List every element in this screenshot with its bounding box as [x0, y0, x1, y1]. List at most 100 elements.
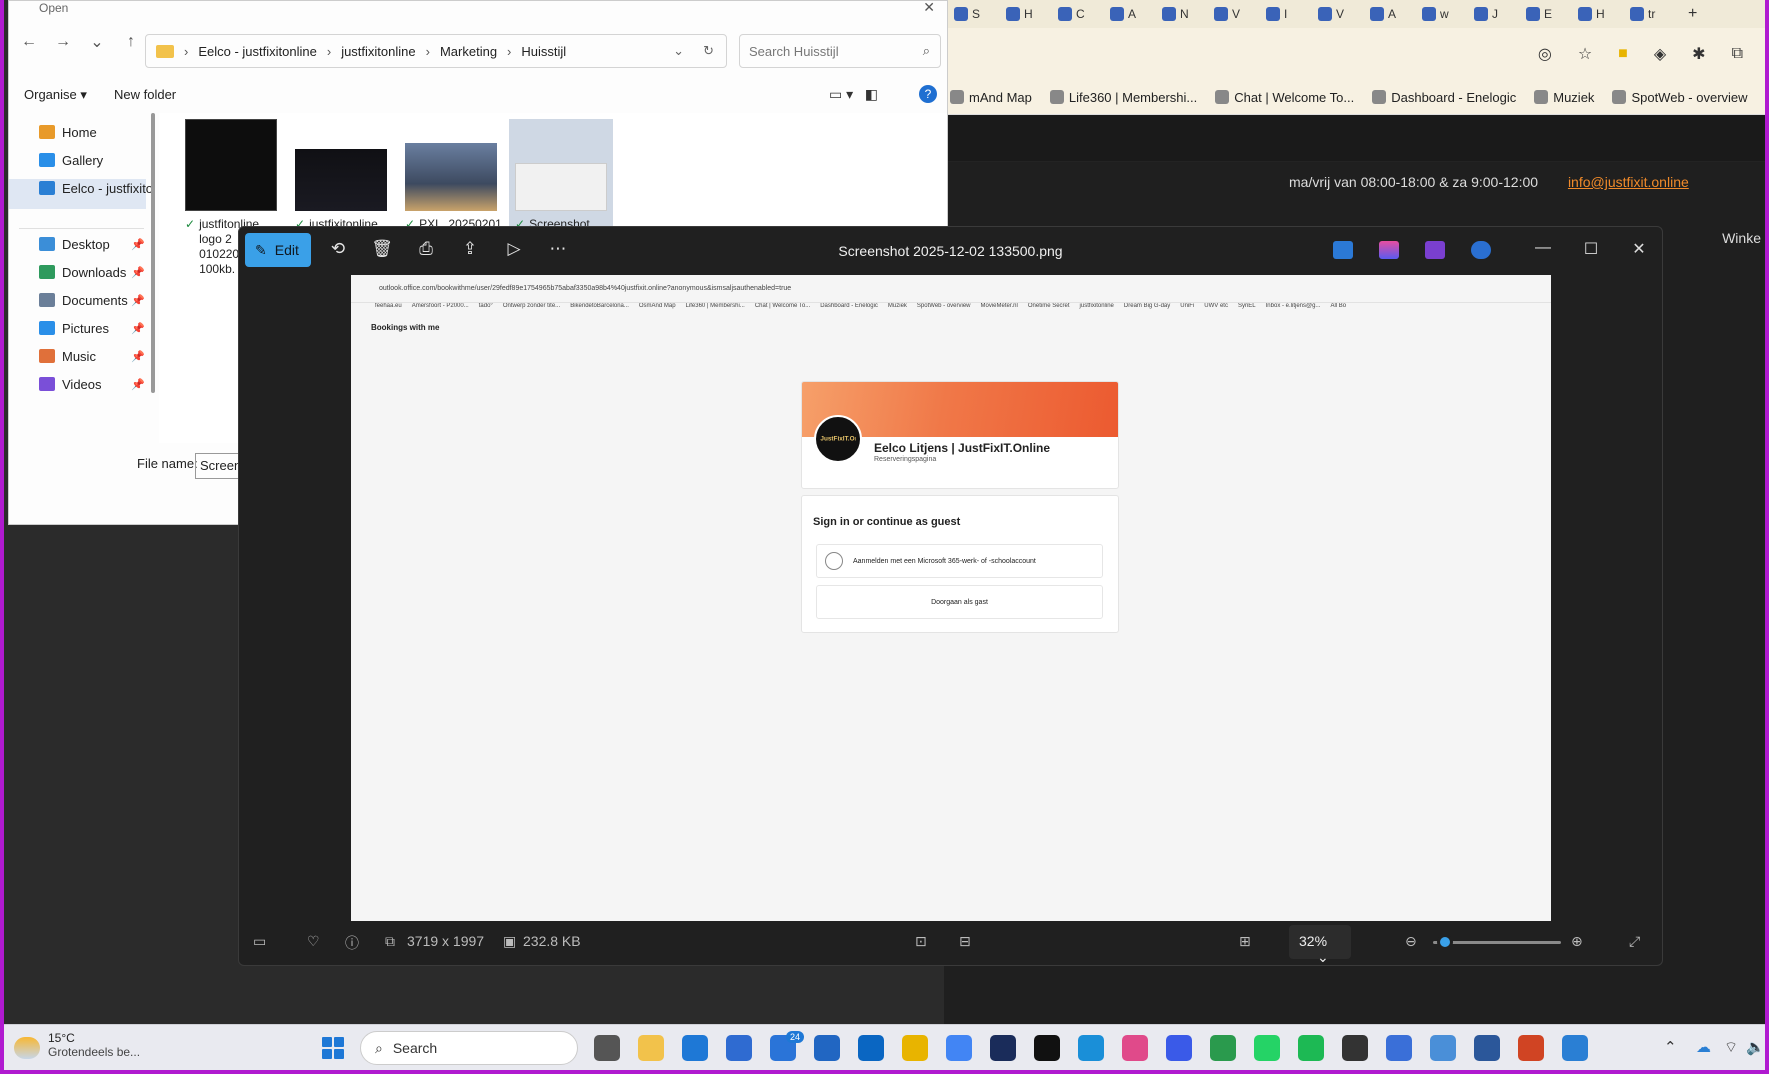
word-icon[interactable]	[1474, 1035, 1500, 1061]
powerpoint-icon[interactable]	[1518, 1035, 1544, 1061]
photo-editor-icon[interactable]	[1333, 241, 1353, 259]
browser-tab[interactable]: N	[1162, 7, 1210, 21]
bookmark-item[interactable]: mAnd Map	[950, 90, 1032, 105]
star-icon[interactable]: ☆	[1578, 44, 1592, 64]
browser-tab[interactable]: H	[1006, 7, 1054, 21]
breadcrumb-item[interactable]: Eelco - justfixitonline	[198, 44, 317, 59]
breadcrumb[interactable]: › Eelco - justfixitonline › justfixitonl…	[145, 34, 727, 68]
task-view-icon[interactable]	[594, 1035, 620, 1061]
breadcrumb-item[interactable]: Marketing	[440, 44, 497, 59]
chevron-down-icon[interactable]: ⌄	[673, 43, 684, 59]
microsoft-sign-in-button[interactable]: Aanmelden met een Microsoft 365-werk- of…	[816, 544, 1103, 578]
file-item[interactable]: ✓ PXL_20250201_	[399, 119, 508, 232]
browser-tab[interactable]: E	[1526, 7, 1574, 21]
chrome-dev-icon[interactable]	[902, 1035, 928, 1061]
browser-tab[interactable]: w	[1422, 7, 1470, 21]
browser-tab[interactable]: A	[1110, 7, 1158, 21]
extensions-icon[interactable]: ⧉	[1732, 45, 1743, 63]
outlook-icon[interactable]	[814, 1035, 840, 1061]
favorite-icon[interactable]: ♡	[307, 933, 320, 950]
sidebar-item[interactable]: Videos	[39, 373, 102, 395]
zoom-in-icon[interactable]: ⊕	[1571, 933, 1583, 950]
onedrive-icon[interactable]	[1471, 241, 1491, 259]
scrollbar[interactable]	[151, 113, 155, 393]
sidebar-item[interactable]: Documents	[39, 289, 128, 311]
translate-icon[interactable]: ◈	[1654, 44, 1666, 64]
shop-link[interactable]: Winke	[1722, 230, 1761, 246]
extension-icon[interactable]: ■	[1618, 45, 1628, 63]
slack-icon[interactable]	[1122, 1035, 1148, 1061]
browser-tab[interactable]: tr	[1630, 7, 1678, 21]
sidebar-item[interactable]: Eelco - justfixito	[39, 177, 153, 199]
close-icon[interactable]: ✕	[1629, 239, 1649, 259]
spotify-icon[interactable]	[1298, 1035, 1324, 1061]
sidebar-item[interactable]: Music	[39, 345, 96, 367]
file-item[interactable]: ✓ Screenshot	[509, 119, 613, 231]
m365-icon[interactable]	[1386, 1035, 1412, 1061]
windows-start-icon[interactable]	[322, 1037, 344, 1059]
sidebar-item[interactable]: Home	[39, 121, 97, 143]
breadcrumb-item[interactable]: Huisstijl	[521, 44, 566, 59]
zoom-out-icon[interactable]: ⊖	[1405, 933, 1417, 950]
up-arrow-icon[interactable]: ↑	[121, 33, 141, 51]
breadcrumb-item[interactable]: justfixitonline	[341, 44, 415, 59]
sidebar-item[interactable]: Gallery	[39, 149, 103, 171]
weather-widget[interactable]: 15°C Grotendeels be...	[14, 1031, 140, 1059]
chevron-up-icon[interactable]: ⌃	[1664, 1038, 1677, 1056]
maximize-icon[interactable]: ☐	[1581, 239, 1601, 259]
zoom-slider-handle[interactable]	[1436, 934, 1453, 950]
bookmark-item[interactable]: Life360 | Membershi...	[1049, 90, 1197, 105]
bookmark-item[interactable]: SpotWeb - overview	[1612, 90, 1748, 105]
fullscreen-icon[interactable]: ⤢	[1629, 933, 1640, 950]
bookmark-item[interactable]: Chat | Welcome To...	[1215, 90, 1354, 105]
store-icon[interactable]	[726, 1035, 752, 1061]
email-link[interactable]: info@justfixit.online	[1568, 174, 1689, 190]
sidebar-item[interactable]: Pictures	[39, 317, 109, 339]
browser-tab[interactable]: J	[1474, 7, 1522, 21]
file-explorer-icon[interactable]	[638, 1035, 664, 1061]
guest-button[interactable]: Doorgaan als gast	[816, 585, 1103, 619]
edge-icon[interactable]	[682, 1035, 708, 1061]
browser-tab[interactable]: V	[1318, 7, 1366, 21]
network-icon[interactable]	[1430, 1035, 1456, 1061]
zoom-select[interactable]: 32% ⌄	[1289, 925, 1351, 965]
clipchamp-icon[interactable]	[1425, 241, 1445, 259]
app-icon[interactable]	[1210, 1035, 1236, 1061]
signal-icon[interactable]	[1166, 1035, 1192, 1061]
copilot-icon[interactable]	[1379, 241, 1399, 259]
text-scan-icon[interactable]: ⊟	[959, 933, 971, 950]
taskbar-search[interactable]: ⌕ Search	[360, 1031, 578, 1065]
view-options-icon[interactable]: ▭ ▾ ◧	[829, 86, 878, 103]
puzzle-icon[interactable]: ✱	[1692, 44, 1705, 64]
organise-button[interactable]: Organise ▾	[24, 87, 87, 103]
refresh-icon[interactable]: ↻	[703, 43, 714, 59]
info-icon[interactable]: ⓘ	[345, 933, 359, 953]
actual-size-icon[interactable]: ⊞	[1239, 933, 1251, 950]
sidebar-item[interactable]: Downloads	[39, 261, 126, 283]
browser-tab[interactable]: H	[1578, 7, 1626, 21]
image-canvas[interactable]: outlook.office.com/bookwithme/user/29fed…	[351, 275, 1551, 921]
eye-off-icon[interactable]: ◎	[1538, 44, 1552, 64]
back-arrow-icon[interactable]: ←	[19, 33, 39, 51]
todo-icon[interactable]: 24	[770, 1031, 804, 1061]
1password-icon[interactable]	[990, 1035, 1016, 1061]
browser-tab[interactable]: V	[1214, 7, 1262, 21]
file-item[interactable]: ✓ justfixitonline	[289, 119, 393, 232]
browser-tab[interactable]: I	[1266, 7, 1314, 21]
close-icon[interactable]: ✕	[923, 0, 935, 16]
new-folder-button[interactable]: New folder	[114, 87, 176, 102]
onedrive-icon[interactable]: ☁	[1696, 1038, 1711, 1056]
photos-icon[interactable]	[1562, 1035, 1588, 1061]
filmstrip-icon[interactable]: ▭	[253, 933, 266, 950]
search-input[interactable]: Search Huisstijl ⌕	[739, 34, 941, 68]
help-icon[interactable]: ?	[919, 85, 937, 103]
browser-tab[interactable]: S	[954, 7, 1002, 21]
crop-icon[interactable]: ⊡	[915, 933, 927, 950]
forward-arrow-icon[interactable]: →	[53, 33, 73, 51]
wifi-icon[interactable]: ⌔	[1724, 1038, 1738, 1057]
volume-icon[interactable]: 🔈	[1746, 1038, 1765, 1056]
chrome-icon[interactable]	[946, 1035, 972, 1061]
bookmark-item[interactable]: Dashboard - Enelogic	[1372, 90, 1516, 105]
calculator-icon[interactable]	[1342, 1035, 1368, 1061]
new-tab-icon[interactable]: +	[1688, 5, 1697, 23]
